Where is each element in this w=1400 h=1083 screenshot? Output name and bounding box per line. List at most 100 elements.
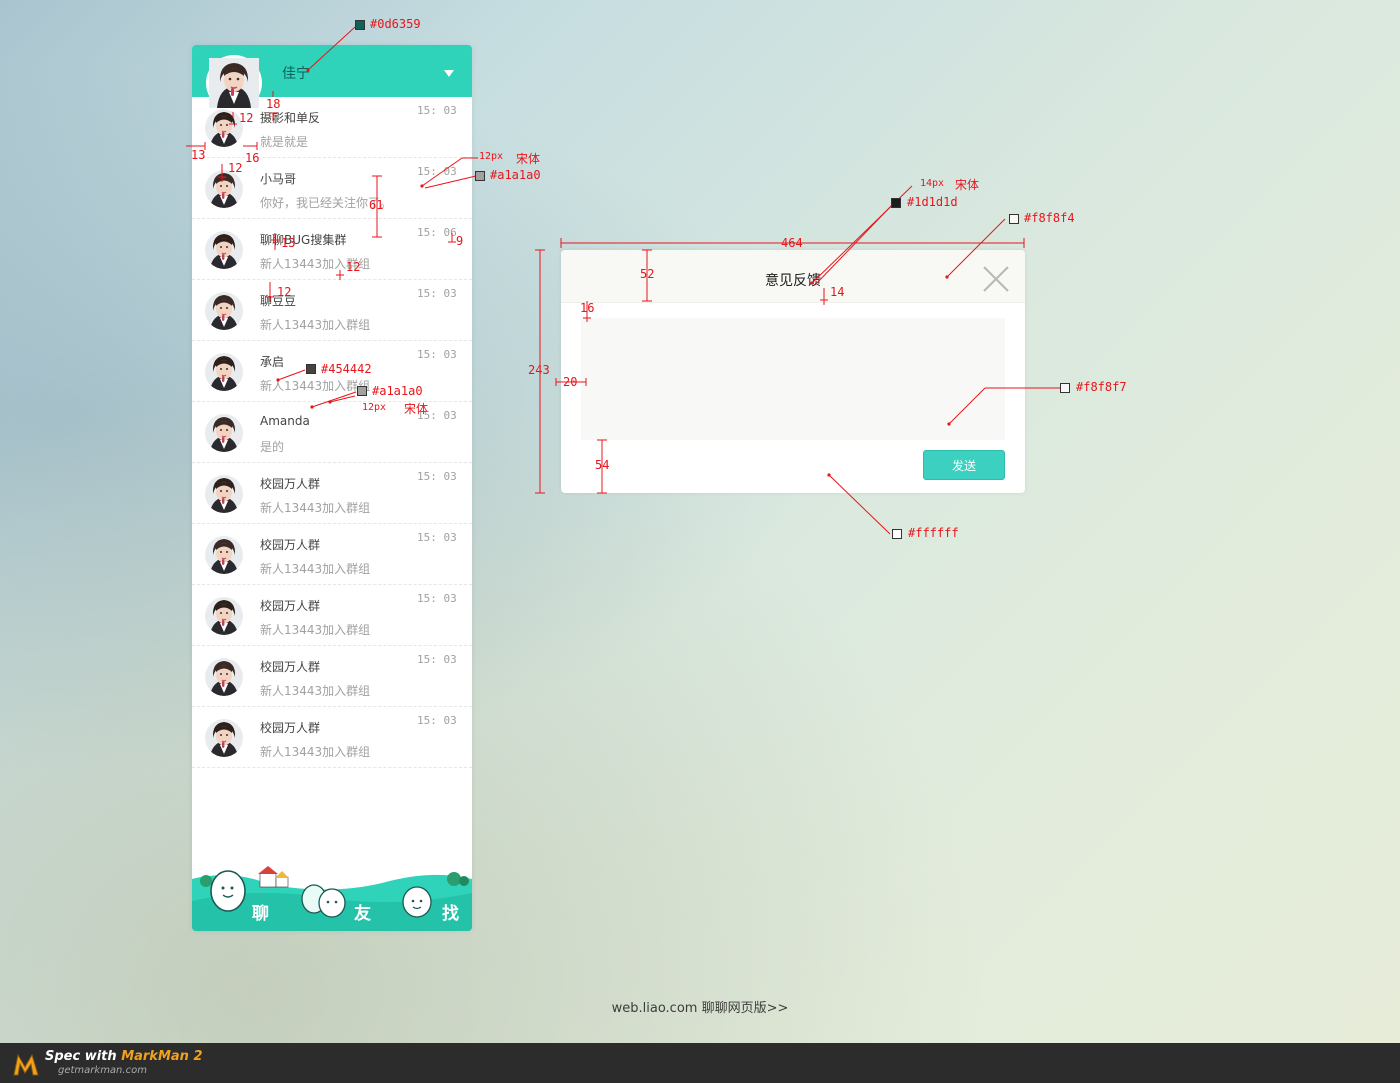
swatch-ffffff	[892, 529, 902, 539]
chat-list-item[interactable]: 聊聊BUG搜集群 新人13443加入群组 15: 06	[192, 219, 472, 280]
chat-preview: 新人13443加入群组	[260, 562, 371, 576]
chat-avatar	[205, 536, 243, 574]
annotation-font-size: 12px	[479, 151, 504, 162]
chat-avatar	[205, 109, 243, 147]
annotation-dimension: 16	[580, 301, 595, 315]
swatch-0d6359	[355, 20, 365, 30]
markman-url: getmarkman.com	[58, 1065, 147, 1076]
dialog-header: 意见反馈	[561, 250, 1025, 303]
chat-preview: 新人13443加入群组	[260, 379, 371, 393]
current-user-name: 佳宁	[282, 66, 310, 82]
swatch-a1a1a0-2	[357, 386, 367, 396]
chat-preview: 新人13443加入群组	[260, 745, 371, 759]
chat-name: 校园万人群	[260, 721, 321, 735]
chat-name: 校园万人群	[260, 477, 321, 491]
dropdown-caret-icon[interactable]	[444, 70, 454, 77]
swatch-f8f8f4	[1009, 214, 1019, 224]
chat-avatar	[205, 353, 243, 391]
annotation-dimension: 14	[830, 285, 845, 299]
annotation-dimension: 243	[528, 363, 550, 377]
current-user-avatar[interactable]	[206, 55, 262, 111]
chat-list-item[interactable]: 校园万人群新人13443加入群组 15: 03	[192, 707, 472, 768]
annotation-font-size: 14px	[920, 178, 945, 189]
annotation-dimension: 61	[369, 198, 384, 212]
annotation-color: #454442	[321, 362, 372, 376]
chat-avatar	[205, 170, 243, 208]
annotation-dimension: 13	[281, 236, 296, 250]
annotation-color: #f8f8f7	[1076, 380, 1127, 394]
markman-spec-prefix: Spec with	[45, 1049, 122, 1064]
feedback-textarea[interactable]	[581, 318, 1005, 440]
chat-name: 校园万人群	[260, 660, 321, 674]
chat-time: 15: 03	[417, 104, 457, 117]
chat-preview: 新人13443加入群组	[260, 501, 371, 515]
chat-name: 聊聊BUG搜集群	[260, 233, 347, 247]
markman-spec-text: Spec with MarkMan 2	[45, 1049, 203, 1064]
annotation-dimension: 16	[245, 151, 260, 165]
send-button[interactable]: 发送	[923, 450, 1005, 480]
chat-name: 校园万人群	[260, 538, 321, 552]
web-version-link[interactable]: web.liao.com 聊聊网页版>>	[0, 997, 1400, 1016]
annotation-color: #a1a1a0	[372, 384, 423, 398]
chat-list-item[interactable]: 校园万人群新人13443加入群组 15: 03	[192, 524, 472, 585]
chat-preview: 是的	[260, 440, 285, 454]
chat-list-item[interactable]: 聊豆豆 新人13443加入群组 15: 03	[192, 280, 472, 341]
chat-time: 15: 03	[417, 592, 457, 605]
chat-name: Amanda	[260, 414, 310, 428]
swatch-1d1d1d	[891, 198, 901, 208]
tab-friends[interactable]: 友	[354, 899, 371, 924]
chat-time: 15: 03	[417, 165, 457, 178]
dialog-title: 意见反馈	[765, 273, 821, 289]
annotation-dimension: 20	[563, 375, 578, 389]
chat-list-item[interactable]: Amanda 是的 15: 03	[192, 402, 472, 463]
chat-time: 15: 03	[417, 531, 457, 544]
annotation-color: #1d1d1d	[907, 195, 958, 209]
chat-avatar	[205, 414, 243, 452]
close-icon[interactable]	[983, 266, 1009, 292]
chat-time: 15: 03	[417, 653, 457, 666]
annotation-dimension: 52	[640, 267, 655, 281]
annotation-dimension: 54	[595, 458, 610, 472]
annotation-dimension: 12	[346, 260, 361, 274]
chat-preview: 新人13443加入群组	[260, 623, 371, 637]
tab-find[interactable]: 找	[442, 899, 459, 924]
tab-chat[interactable]: 聊	[252, 899, 269, 924]
feedback-dialog: 意见反馈 发送	[561, 250, 1025, 493]
annotation-color: #f8f8f4	[1024, 211, 1075, 225]
annotation-dimension: 9	[456, 234, 464, 248]
chat-list-item[interactable]: 校园万人群新人13443加入群组 15: 03	[192, 585, 472, 646]
avatar-photo	[209, 58, 259, 108]
chat-name: 小马哥	[260, 172, 297, 186]
swatch-454442	[306, 364, 316, 374]
chat-time: 15: 03	[417, 714, 457, 727]
chat-panel: 佳宁 摄影和单反 就是就是 15: 03 小马哥 你好，我已经关注你了。 15: 03 聊聊…	[192, 45, 472, 931]
chat-time: 15: 03	[417, 348, 457, 361]
annotation-dimension: 464	[781, 236, 803, 250]
chat-time: 15: 06	[417, 226, 457, 239]
annotation-font-family: 宋体	[404, 402, 429, 416]
markman-logo-icon	[13, 1053, 39, 1076]
annotation-dimension: 12	[239, 111, 254, 125]
chat-time: 15: 03	[417, 470, 457, 483]
chat-avatar	[205, 719, 243, 757]
chat-avatar	[205, 658, 243, 696]
chat-avatar	[205, 597, 243, 635]
chat-preview: 新人13443加入群组	[260, 684, 371, 698]
swatch-a1a1a0	[475, 171, 485, 181]
bottom-nav-illustration	[192, 866, 472, 931]
annotation-font-family: 宋体	[955, 178, 980, 192]
chat-list-item[interactable]: 校园万人群新人13443加入群组 15: 03	[192, 646, 472, 707]
chat-avatar	[205, 292, 243, 330]
annotation-dimension: 18	[266, 97, 281, 111]
chat-time: 15: 03	[417, 287, 457, 300]
annotation-color: #ffffff	[908, 526, 959, 540]
chat-avatar	[205, 231, 243, 269]
chat-preview: 新人13443加入群组	[260, 318, 371, 332]
bottom-nav: 聊 友 找	[192, 861, 472, 931]
annotation-font-size: 12px	[362, 402, 387, 413]
chat-list-item[interactable]: 校园万人群新人13443加入群组 15: 03	[192, 463, 472, 524]
chat-name: 摄影和单反	[260, 111, 321, 125]
annotation-color: #a1a1a0	[490, 168, 541, 182]
chat-name: 校园万人群	[260, 599, 321, 613]
swatch-f8f8f7	[1060, 383, 1070, 393]
